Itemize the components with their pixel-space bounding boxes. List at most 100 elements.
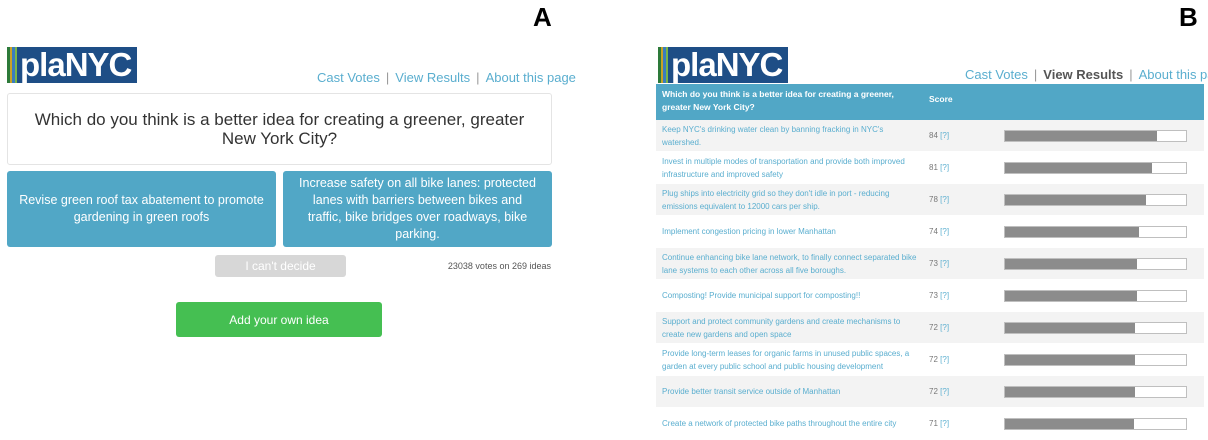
score-bar-fill [1005,290,1138,301]
question-box: Which do you think is a better idea for … [7,93,552,165]
score-value: 73 [929,259,938,268]
score-cell: 74 [?] [922,227,1004,236]
score-bar [1004,225,1187,238]
help-link[interactable]: [?] [940,387,949,396]
idea-link[interactable]: Provide better transit service outside o… [656,385,922,398]
nav-separator: | [476,70,480,85]
logo-stripes [658,47,668,83]
table-row: Implement congestion pricing in lower Ma… [656,216,1204,248]
question-text: Which do you think is a better idea for … [34,110,525,148]
score-bar [1004,417,1187,430]
nav-about[interactable]: About this page [1139,67,1208,82]
table-row: Invest in multiple modes of transportati… [656,152,1204,184]
table-row: Keep NYC's drinking water clean by banni… [656,120,1204,152]
idea-choice-left-button[interactable]: Revise green roof tax abatement to promo… [7,171,276,247]
cant-decide-button[interactable]: I can't decide [215,255,346,277]
score-cell: 78 [?] [922,195,1004,204]
panel-label-b: B [1179,2,1198,32]
logo-wordmark: pla N YC [668,47,789,83]
score-bar-fill [1005,194,1147,205]
score-cell: 73 [?] [922,291,1004,300]
help-link[interactable]: [?] [940,355,949,364]
top-nav: Cast Votes | View Results | About this page [965,67,1208,82]
help-link[interactable]: [?] [940,163,949,172]
idea-link[interactable]: Create a network of protected bike paths… [656,417,922,430]
idea-link[interactable]: Implement congestion pricing in lower Ma… [656,225,922,238]
results-table: Which do you think is a better idea for … [656,84,1204,440]
score-bar [1004,193,1187,206]
idea-link[interactable]: Provide long-term leases for organic far… [656,347,922,373]
plannyc-logo[interactable]: pla N YC [7,47,138,83]
score-value: 73 [929,291,938,300]
score-bar [1004,257,1187,270]
help-link[interactable]: [?] [940,195,949,204]
results-header: Which do you think is a better idea for … [656,84,1204,120]
help-link[interactable]: [?] [940,259,949,268]
idea-link[interactable]: Support and protect community gardens an… [656,315,922,341]
nav-separator: | [1129,67,1133,82]
table-row: Continue enhancing bike lane network, to… [656,248,1204,280]
help-link[interactable]: [?] [940,131,949,140]
nav-cast-votes[interactable]: Cast Votes [965,67,1028,82]
idea-link[interactable]: Keep NYC's drinking water clean by banni… [656,123,922,149]
score-value: 81 [929,163,938,172]
idea-link[interactable]: Composting! Provide municipal support fo… [656,289,922,302]
score-bar-fill [1005,130,1158,141]
score-cell: 72 [?] [922,355,1004,364]
idea-link[interactable]: Continue enhancing bike lane network, to… [656,251,922,277]
score-bar-fill [1005,386,1136,397]
results-rows: Keep NYC's drinking water clean by banni… [656,120,1204,440]
score-value: 72 [929,323,938,332]
table-row: Create a network of protected bike paths… [656,408,1204,440]
table-row: Provide long-term leases for organic far… [656,344,1204,376]
score-bar [1004,129,1187,142]
idea-choice-right-button[interactable]: Increase safety on all bike lanes: prote… [283,171,552,247]
logo-wordmark: pla N YC [17,47,138,83]
score-value: 78 [929,195,938,204]
score-value: 72 [929,387,938,396]
score-cell: 72 [?] [922,323,1004,332]
panel-label-a: A [533,2,552,32]
score-bar [1004,321,1187,334]
score-bar-fill [1005,162,1152,173]
top-nav: Cast Votes | View Results | About this page [317,70,576,85]
score-bar-fill [1005,226,1139,237]
score-value: 71 [929,419,938,428]
help-link[interactable]: [?] [940,291,949,300]
help-link[interactable]: [?] [940,227,949,236]
score-bar [1004,385,1187,398]
score-bar-fill [1005,258,1138,269]
table-row: Provide better transit service outside o… [656,376,1204,408]
header-idea: Which do you think is a better idea for … [662,89,894,112]
score-bar-fill [1005,354,1136,365]
score-value: 84 [929,131,938,140]
help-link[interactable]: [?] [940,419,949,428]
score-bar [1004,161,1187,174]
nav-view-results[interactable]: View Results [395,70,470,85]
nav-about[interactable]: About this page [486,70,576,85]
add-idea-button[interactable]: Add your own idea [176,302,382,337]
header-score[interactable]: Score [922,84,953,120]
logo-stripes [7,47,17,83]
table-row: Composting! Provide municipal support fo… [656,280,1204,312]
score-value: 72 [929,355,938,364]
score-bar-fill [1005,322,1136,333]
table-row: Plug ships into electricity grid so they… [656,184,1204,216]
score-cell: 84 [?] [922,131,1004,140]
plannyc-logo[interactable]: pla N YC [658,47,789,83]
idea-link[interactable]: Invest in multiple modes of transportati… [656,155,922,181]
table-row: Support and protect community gardens an… [656,312,1204,344]
score-cell: 81 [?] [922,163,1004,172]
help-link[interactable]: [?] [940,323,949,332]
score-cell: 72 [?] [922,387,1004,396]
nav-separator: | [385,70,390,85]
nav-separator: | [1033,67,1038,82]
score-bar-fill [1005,418,1134,429]
score-bar [1004,289,1187,302]
idea-link[interactable]: Plug ships into electricity grid so they… [656,187,922,213]
nav-view-results[interactable]: View Results [1043,67,1123,82]
score-value: 74 [929,227,938,236]
score-cell: 73 [?] [922,259,1004,268]
score-bar [1004,353,1187,366]
nav-cast-votes[interactable]: Cast Votes [317,70,380,85]
